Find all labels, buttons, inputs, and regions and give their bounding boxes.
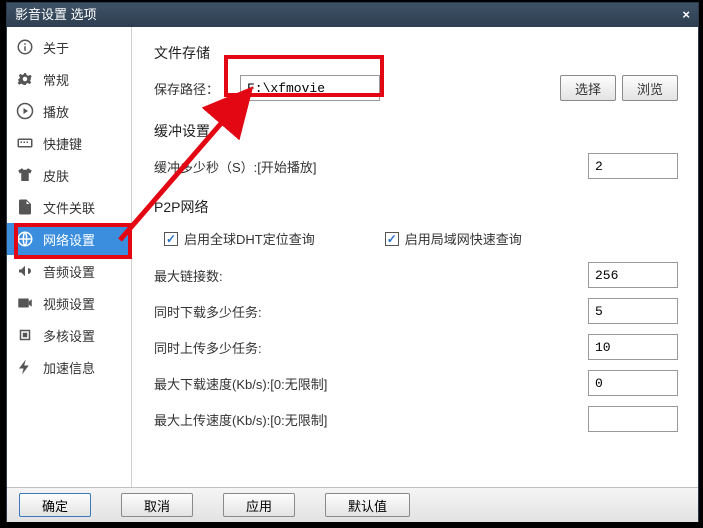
- keyboard-icon: [15, 133, 35, 153]
- sidebar-item-skin[interactable]: 皮肤: [7, 159, 131, 191]
- lan-checkbox[interactable]: ✓ 启用局域网快速查询: [385, 229, 522, 248]
- sidebar-item-label: 快捷键: [43, 134, 82, 153]
- titlebar[interactable]: 影音设置 选项 ×: [7, 3, 698, 27]
- settings-window: 影音设置 选项 × 关于 常规 播放 快捷键 皮肤: [6, 2, 699, 522]
- max-ul-tasks-label: 同时上传多少任务:: [154, 338, 578, 357]
- sidebar-item-label: 加速信息: [43, 358, 95, 377]
- default-button[interactable]: 默认值: [325, 493, 410, 517]
- sidebar-item-general[interactable]: 常规: [7, 63, 131, 95]
- bolt-icon: [15, 357, 35, 377]
- save-path-input[interactable]: [240, 75, 380, 101]
- browse-button[interactable]: 浏览: [622, 75, 678, 101]
- sidebar-item-network[interactable]: 网络设置: [7, 223, 131, 255]
- section-title-storage: 文件存储: [154, 43, 678, 63]
- gear-icon: [15, 69, 35, 89]
- file-icon: [15, 197, 35, 217]
- lan-checkbox-label: 启用局域网快速查询: [405, 229, 522, 248]
- sidebar-item-label: 音频设置: [43, 262, 95, 281]
- sidebar-item-file-assoc[interactable]: 文件关联: [7, 191, 131, 223]
- sidebar-item-about[interactable]: 关于: [7, 31, 131, 63]
- cancel-button[interactable]: 取消: [121, 493, 193, 517]
- max-ul-speed-label: 最大上传速度(Kb/s):[0:无限制]: [154, 410, 578, 429]
- sidebar-item-label: 多核设置: [43, 326, 95, 345]
- sidebar-item-hotkeys[interactable]: 快捷键: [7, 127, 131, 159]
- sidebar-item-label: 常规: [43, 70, 69, 89]
- sidebar-item-label: 视频设置: [43, 294, 95, 313]
- audio-icon: [15, 261, 35, 281]
- section-title-buffer: 缓冲设置: [154, 121, 678, 141]
- max-dl-tasks-label: 同时下载多少任务:: [154, 302, 578, 321]
- dht-checkbox-label: 启用全球DHT定位查询: [184, 229, 315, 248]
- section-title-p2p: P2P网络: [154, 197, 678, 217]
- sidebar-item-label: 文件关联: [43, 198, 95, 217]
- sidebar-item-video[interactable]: 视频设置: [7, 287, 131, 319]
- select-button[interactable]: 选择: [560, 75, 616, 101]
- video-icon: [15, 293, 35, 313]
- globe-icon: [15, 229, 35, 249]
- checkmark-icon: ✓: [164, 232, 178, 246]
- checkmark-icon: ✓: [385, 232, 399, 246]
- max-ul-speed-input[interactable]: [588, 406, 678, 432]
- sidebar-item-label: 播放: [43, 102, 69, 121]
- tshirt-icon: [15, 165, 35, 185]
- max-ul-tasks-input[interactable]: [588, 334, 678, 360]
- max-dl-tasks-input[interactable]: [588, 298, 678, 324]
- play-icon: [15, 101, 35, 121]
- sidebar-item-audio[interactable]: 音频设置: [7, 255, 131, 287]
- sidebar-item-playback[interactable]: 播放: [7, 95, 131, 127]
- save-path-label: 保存路径：: [154, 79, 234, 98]
- ok-button[interactable]: 确定: [19, 493, 91, 517]
- max-dl-speed-label: 最大下载速度(Kb/s):[0:无限制]: [154, 374, 578, 393]
- info-icon: [15, 37, 35, 57]
- buffer-seconds-input[interactable]: [588, 153, 678, 179]
- close-icon[interactable]: ×: [682, 3, 690, 27]
- max-conn-input[interactable]: [588, 262, 678, 288]
- sidebar-item-multicore[interactable]: 多核设置: [7, 319, 131, 351]
- buffer-label: 缓冲多少秒（S）:[开始播放]: [154, 157, 578, 176]
- max-dl-speed-input[interactable]: [588, 370, 678, 396]
- apply-button[interactable]: 应用: [223, 493, 295, 517]
- dht-checkbox[interactable]: ✓ 启用全球DHT定位查询: [164, 229, 315, 248]
- footer: 确定 取消 应用 默认值: [7, 487, 698, 522]
- sidebar-item-label: 网络设置: [43, 230, 95, 249]
- max-conn-label: 最大链接数:: [154, 266, 578, 285]
- window-title: 影音设置 选项: [15, 3, 97, 27]
- sidebar: 关于 常规 播放 快捷键 皮肤 文件关联: [7, 27, 132, 487]
- cpu-icon: [15, 325, 35, 345]
- sidebar-item-accel[interactable]: 加速信息: [7, 351, 131, 383]
- content-panel: 文件存储 保存路径： 选择 浏览 缓冲设置 缓冲多少秒（S）:[开始播放] P2…: [132, 27, 698, 487]
- sidebar-item-label: 关于: [43, 38, 69, 57]
- sidebar-item-label: 皮肤: [43, 166, 69, 185]
